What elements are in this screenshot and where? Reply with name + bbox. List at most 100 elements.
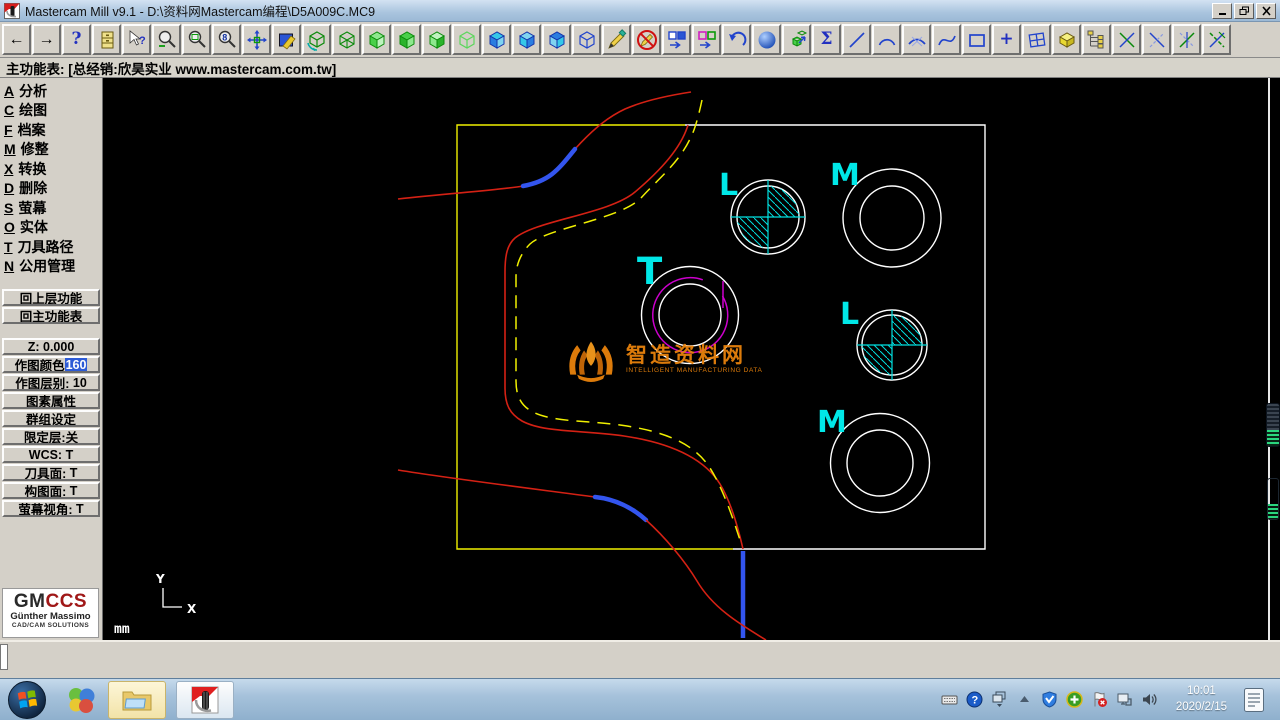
create-line-button[interactable]: [842, 24, 871, 55]
repaint-button[interactable]: [272, 24, 301, 55]
create-rectangle-button[interactable]: [962, 24, 991, 55]
tool-plane-button[interactable]: 刀具面: T: [2, 464, 100, 481]
undo-button[interactable]: [722, 24, 751, 55]
axis-lines: [162, 588, 182, 608]
prompt-input[interactable]: [0, 644, 8, 670]
backup-menu-button[interactable]: 回上层功能: [2, 289, 100, 306]
cplane-side-cube-button[interactable]: [542, 24, 571, 55]
shield-tray-icon[interactable]: [1041, 691, 1059, 709]
show-hidden-icons-button[interactable]: [1016, 691, 1034, 709]
sidebar-item-xform[interactable]: X 转换: [0, 159, 102, 179]
delete-pencil-button[interactable]: [602, 24, 631, 55]
mastercam-taskbar-button[interactable]: [176, 680, 234, 719]
sidebar-item-nc-utils[interactable]: N 公用管理: [0, 257, 102, 277]
groups-button[interactable]: 群组设定: [2, 410, 100, 427]
keyboard-tray-icon[interactable]: [941, 691, 959, 709]
trim-curve-button[interactable]: [902, 24, 931, 55]
construction-plane-button[interactable]: 构图面: T: [2, 482, 100, 499]
window-switch-tray-icon[interactable]: [991, 691, 1009, 709]
antivirus-plus-tray-icon[interactable]: [1066, 691, 1084, 709]
sidebar-item-analysis[interactable]: A 分析: [0, 81, 102, 101]
prompt-bar[interactable]: [0, 640, 1280, 678]
solid-copy-button[interactable]: [782, 24, 811, 55]
document-icon: [1244, 687, 1264, 712]
create-spline-button[interactable]: [932, 24, 961, 55]
close-button[interactable]: [1256, 2, 1276, 19]
trim-one-button[interactable]: [1112, 24, 1141, 55]
create-arc-icon: [878, 38, 895, 45]
sidebar-item-modify[interactable]: M 修整: [0, 140, 102, 160]
cplane-iso-cube-button[interactable]: [452, 24, 481, 55]
file-cabinet-button[interactable]: [92, 24, 121, 55]
app-icon: [4, 2, 20, 19]
level-mask-button[interactable]: 限定层: 关: [2, 428, 100, 445]
main-menu-button[interactable]: 回主功能表: [2, 307, 100, 324]
shade-sphere-button[interactable]: [752, 24, 781, 55]
shade-sphere-icon: [758, 31, 775, 48]
pinned-app-icon[interactable]: [64, 683, 98, 717]
overlay-widget-top[interactable]: [1266, 403, 1280, 447]
cursor-help-icon: ?: [129, 29, 146, 47]
trim-two-button[interactable]: [1142, 24, 1171, 55]
pan-button[interactable]: [242, 24, 271, 55]
cplane-3d-cube-button[interactable]: [572, 24, 601, 55]
graphics-canvas[interactable]: T L M L M Y X mm 智造资料网 INTELLIGENT MANUF…: [103, 78, 1280, 640]
toolpath-dashed: [515, 99, 741, 541]
graphics-view-button[interactable]: 萤幕视角: T: [2, 500, 100, 517]
sidebar-item-toolpaths[interactable]: T 刀具路径: [0, 237, 102, 257]
taskbar-clock[interactable]: 10:01 2020/2/15: [1176, 684, 1227, 715]
gview-side-cube-button[interactable]: [422, 24, 451, 55]
sidebar-item-solids[interactable]: O 实体: [0, 218, 102, 238]
zoom-button[interactable]: [152, 24, 181, 55]
help-tray-icon[interactable]: ?: [966, 691, 984, 709]
sidebar-item-screen[interactable]: S 萤幕: [0, 198, 102, 218]
sidebar-item-create[interactable]: C 绘图: [0, 101, 102, 121]
cplane-front-cube-button[interactable]: [512, 24, 541, 55]
dynamic-rotate-button[interactable]: [302, 24, 331, 55]
create-point-button[interactable]: +: [992, 24, 1021, 55]
cursor-help-button[interactable]: ?: [122, 24, 151, 55]
gview-top-cube-button[interactable]: [362, 24, 391, 55]
screen-colors-button[interactable]: [692, 24, 721, 55]
forward-button[interactable]: →: [32, 24, 61, 55]
hole-m1-inner: [859, 185, 925, 251]
draw-color-button[interactable]: 作图颜色 160: [2, 356, 100, 373]
viewports-button[interactable]: [1022, 24, 1051, 55]
volume-tray-icon[interactable]: [1141, 691, 1159, 709]
notes-tray-button[interactable]: [1242, 685, 1266, 715]
create-line-icon: [848, 31, 865, 48]
delete-pencil-icon: [607, 28, 626, 49]
screen-blank-button[interactable]: [662, 24, 691, 55]
restore-button[interactable]: [1234, 2, 1254, 19]
solid-box-button[interactable]: [1052, 24, 1081, 55]
operations-tree-button[interactable]: [1082, 24, 1111, 55]
overlay-widget-bottom[interactable]: [1267, 478, 1279, 520]
undelete-pencil-button[interactable]: [632, 24, 661, 55]
help-button[interactable]: ?: [62, 24, 91, 55]
gview-wireframe-cube-icon: [338, 30, 355, 49]
zoom-scale-button[interactable]: 8: [212, 24, 241, 55]
zoom-window-button[interactable]: [182, 24, 211, 55]
gview-wireframe-cube-button[interactable]: [332, 24, 361, 55]
minimize-button[interactable]: [1212, 2, 1232, 19]
create-arc-button[interactable]: [872, 24, 901, 55]
network-tray-icon[interactable]: [1116, 691, 1134, 709]
attributes-button[interactable]: 图素属性: [2, 392, 100, 409]
color-circles-icon: [69, 687, 95, 713]
start-button[interactable]: [8, 680, 46, 719]
gview-front-cube-button[interactable]: [392, 24, 421, 55]
sigma-button[interactable]: Σ: [812, 24, 841, 55]
level-button[interactable]: 作图层别: 10: [2, 374, 100, 391]
sidebar-item-delete[interactable]: D 删除: [0, 179, 102, 199]
back-button[interactable]: ←: [2, 24, 31, 55]
explorer-taskbar-button[interactable]: [108, 680, 166, 719]
trim-three-button[interactable]: [1202, 24, 1231, 55]
spline-bottom: [397, 469, 596, 498]
action-center-flag-icon[interactable]: [1091, 691, 1109, 709]
cplane-top-cube-button[interactable]: [482, 24, 511, 55]
z-depth-button[interactable]: Z: 0.000: [2, 338, 100, 355]
sidebar-item-file[interactable]: F 档案: [0, 120, 102, 140]
trim-three-icon: [1208, 31, 1225, 48]
trim-divide-button[interactable]: [1172, 24, 1201, 55]
wcs-button[interactable]: WCS: T: [2, 446, 100, 463]
